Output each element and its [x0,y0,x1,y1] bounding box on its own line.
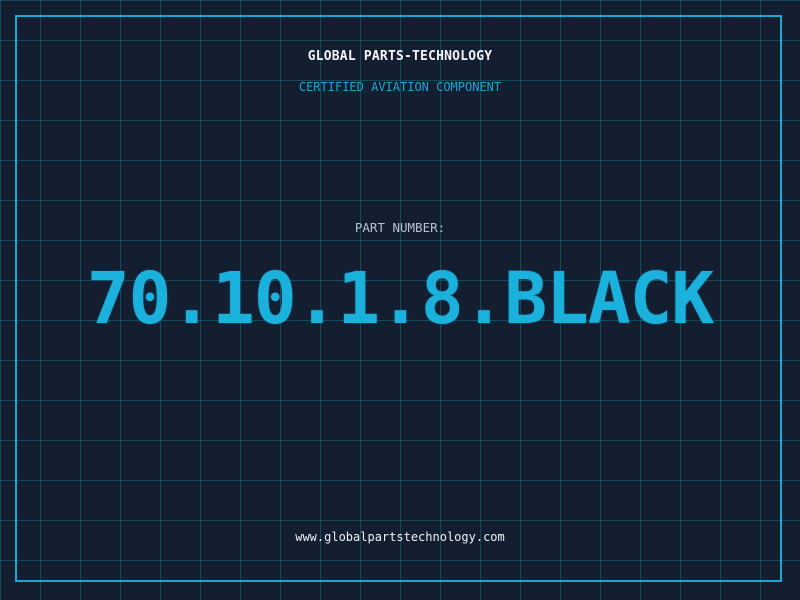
certification-tagline: CERTIFIED AVIATION COMPONENT [298,80,502,94]
part-label-card: { "brand": { "company": "GLOBAL PARTS-TE… [0,0,800,600]
company-name: GLOBAL PARTS-TECHNOLOGY [307,49,493,64]
part-number-label: PART NUMBER: [354,220,446,235]
website-url: www.globalpartstechnology.com [295,530,505,544]
part-number-value: 70.10.1.8.BLACK [86,257,714,340]
